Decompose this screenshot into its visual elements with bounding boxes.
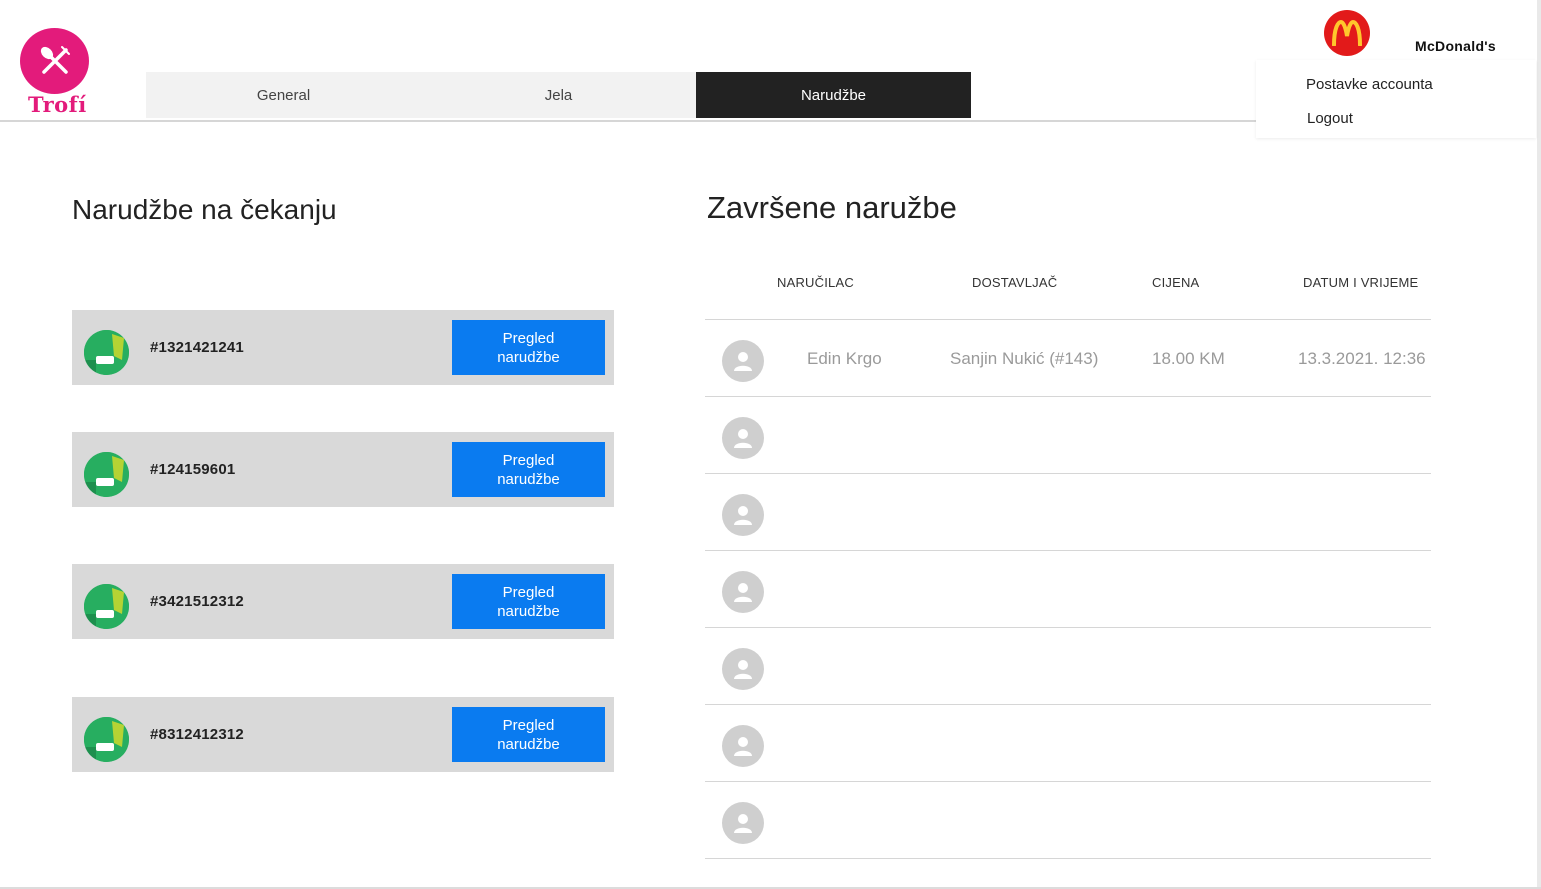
courier-name: Sanjin Nukić (#143): [950, 349, 1099, 368]
column-header-customer[interactable]: NARUČILAC: [777, 275, 854, 290]
order-id: #124159601: [150, 461, 236, 478]
view-order-button[interactable]: Pregled narudžbe: [452, 320, 605, 375]
table-row[interactable]: [705, 627, 1431, 704]
table-row[interactable]: [705, 396, 1431, 473]
order-price: 18.00 KM: [1152, 349, 1225, 368]
table-row[interactable]: [705, 550, 1431, 627]
pending-order-card: #3421512312 Pregled narudžbe: [72, 564, 614, 639]
fork-knife-icon: [20, 28, 89, 94]
table-divider: [705, 858, 1431, 859]
account-settings-link[interactable]: Postavke accounta: [1306, 76, 1433, 93]
trofi-logo[interactable]: Trofí: [20, 28, 90, 118]
table-row[interactable]: [705, 781, 1431, 858]
order-datetime: 13.3.2021. 12:36: [1298, 349, 1426, 368]
tab-jela[interactable]: Jela: [421, 72, 696, 118]
column-header-courier[interactable]: DOSTAVLJAČ: [972, 275, 1057, 290]
account-dropdown: Postavke accounta Logout: [1256, 60, 1536, 138]
column-header-datetime[interactable]: DATUM I VRIJEME: [1303, 275, 1418, 290]
brand-name: Trofí: [28, 92, 87, 117]
logout-link[interactable]: Logout: [1307, 110, 1353, 127]
user-avatar-icon: [722, 802, 764, 844]
order-id: #3421512312: [150, 593, 244, 610]
account-name[interactable]: McDonald's: [1415, 38, 1496, 54]
table-row[interactable]: Edin Krgo Sanjin Nukić (#143) 18.00 KM 1…: [705, 319, 1431, 396]
scrollbar[interactable]: [1537, 0, 1541, 889]
user-avatar-icon: [722, 340, 764, 382]
customer-name: Edin Krgo: [807, 349, 882, 368]
view-order-button[interactable]: Pregled narudžbe: [452, 707, 605, 762]
user-avatar-icon: [722, 571, 764, 613]
order-avatar-icon: [84, 452, 129, 497]
order-avatar-icon: [84, 717, 129, 762]
order-avatar-icon: [84, 330, 129, 375]
mcdonalds-logo-icon[interactable]: [1324, 10, 1370, 56]
main-tabs: General Jela Narudžbe: [146, 72, 971, 118]
user-avatar-icon: [722, 417, 764, 459]
pending-orders-title: Narudžbe na čekanju: [72, 194, 337, 225]
pending-order-card: #8312412312 Pregled narudžbe: [72, 697, 614, 772]
tab-general[interactable]: General: [146, 72, 421, 118]
order-id: #8312412312: [150, 726, 244, 743]
column-header-price[interactable]: CIJENA: [1152, 275, 1199, 290]
order-avatar-icon: [84, 584, 129, 629]
view-order-button[interactable]: Pregled narudžbe: [452, 574, 605, 629]
user-avatar-icon: [722, 725, 764, 767]
user-avatar-icon: [722, 648, 764, 690]
table-row[interactable]: [705, 704, 1431, 781]
user-avatar-icon: [722, 494, 764, 536]
pending-order-card: #124159601 Pregled narudžbe: [72, 432, 614, 507]
table-row[interactable]: [705, 473, 1431, 550]
pending-order-card: #1321421241 Pregled narudžbe: [72, 310, 614, 385]
order-id: #1321421241: [150, 339, 244, 356]
tab-narudzbe[interactable]: Narudžbe: [696, 72, 971, 118]
view-order-button[interactable]: Pregled narudžbe: [452, 442, 605, 497]
header-divider: [0, 120, 1256, 122]
completed-orders-title: Završene naružbe: [707, 190, 957, 225]
